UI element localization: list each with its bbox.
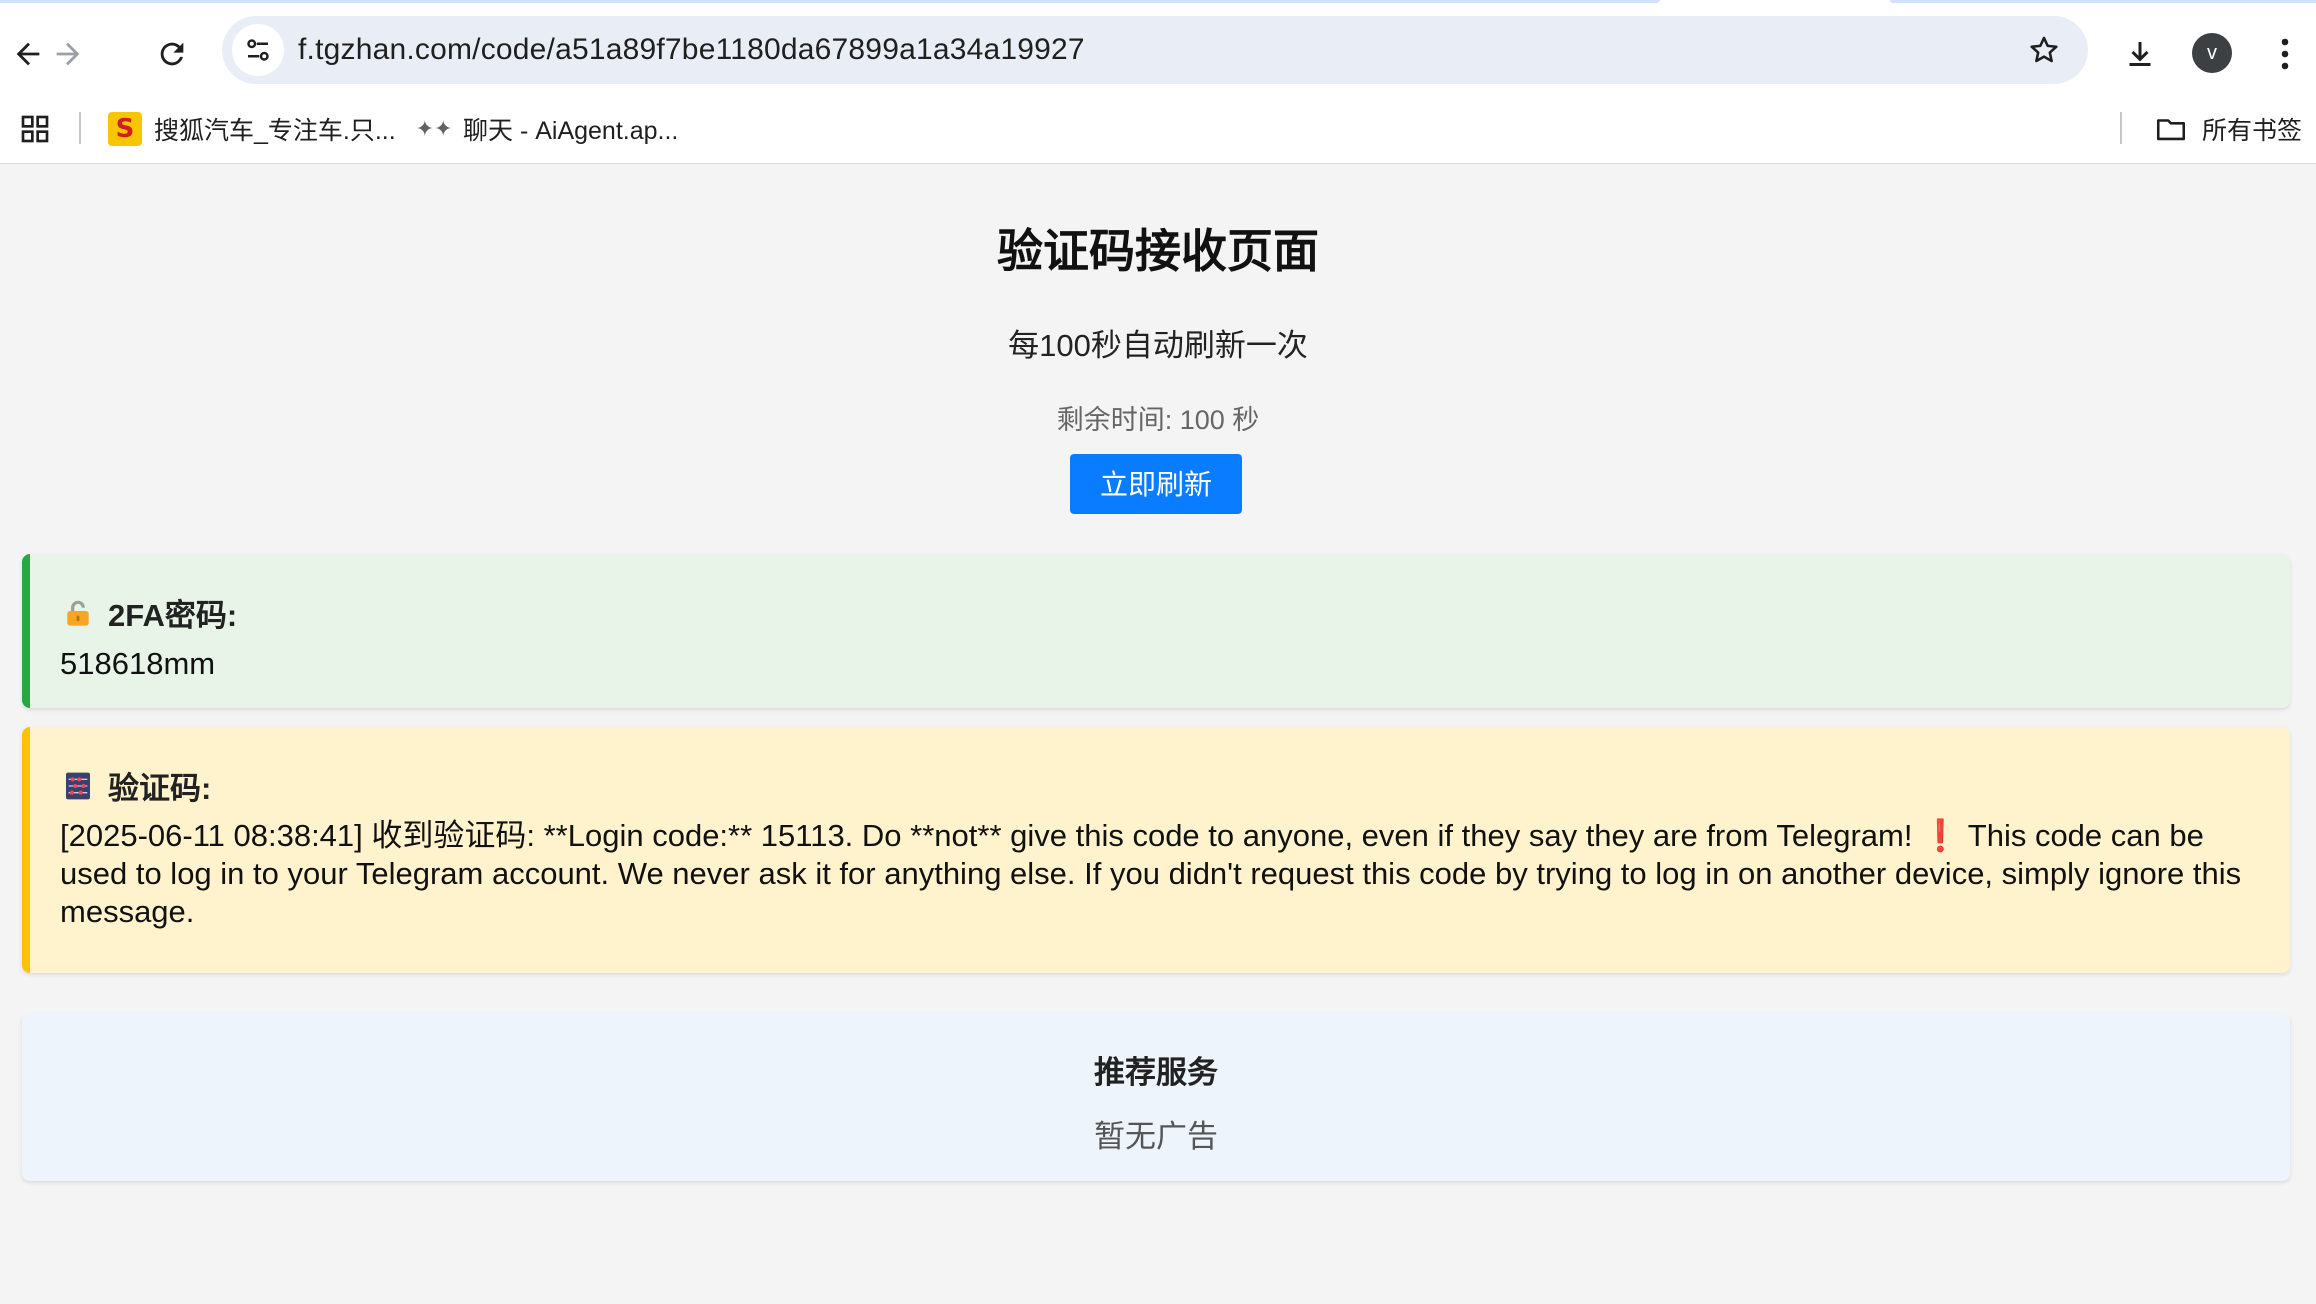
bookmark-item-aiagent[interactable]: ✦✦ 聊天 - AiAgent.ap... — [415, 104, 679, 154]
all-bookmarks-label: 所有书签 — [2202, 117, 2303, 145]
forward-button[interactable] — [40, 26, 96, 82]
tab-strip-edge — [1890, 0, 2316, 3]
aiagent-icon: ✦✦ — [415, 116, 453, 141]
auto-refresh-note: 每100秒自动刷新一次 — [1008, 328, 1308, 363]
exclamation-icon: ❗ — [1921, 818, 1960, 853]
site-info-button[interactable] — [232, 24, 284, 76]
browser-menu-button[interactable] — [2260, 26, 2310, 82]
recommended-services-title: 推荐服务 — [1094, 1055, 1218, 1090]
address-bar[interactable]: f.tgzhan.com/code/a51a89f7be1180da67899a… — [222, 16, 2088, 84]
bookmark-label: 聊天 - AiAgent.ap... — [463, 117, 679, 145]
twofa-heading: 2FA密码: — [60, 590, 237, 635]
refresh-now-button[interactable]: 立即刷新 — [1070, 454, 1242, 514]
browser-toolbar: f.tgzhan.com/code/a51a89f7be1180da67899a… — [0, 6, 2316, 94]
bookmarks-separator — [79, 112, 81, 144]
recommended-services-card: 推荐服务 暂无广告 — [22, 1013, 2290, 1181]
profile-avatar[interactable]: v — [2192, 33, 2232, 73]
twofa-password-value: 518618mm — [60, 646, 216, 681]
twofa-card: 2FA密码: 518618mm — [22, 554, 2290, 708]
page-title: 验证码接收页面 — [997, 225, 1319, 277]
reload-icon — [160, 42, 184, 66]
download-icon — [2129, 42, 2151, 66]
lock-icon — [60, 595, 96, 631]
apps-button[interactable] — [14, 108, 56, 150]
bookmark-label: 搜狐汽车_专注车.只... — [154, 117, 396, 145]
abacus-icon — [60, 768, 96, 804]
url-text[interactable]: f.tgzhan.com/code/a51a89f7be1180da67899a… — [298, 16, 1085, 84]
downloads-button[interactable] — [2112, 26, 2168, 82]
arrow-right-icon — [56, 42, 80, 66]
star-icon — [2030, 36, 2058, 63]
bookmark-item-sohu[interactable]: S 搜狐汽车_专注车.只... — [108, 104, 396, 154]
verification-code-message: [2025-06-11 08:38:41] 收到验证码: **Login cod… — [60, 817, 2244, 931]
bookmark-star-button[interactable] — [2022, 28, 2066, 72]
page-content: 验证码接收页面 每100秒自动刷新一次 剩余时间: 100 秒 立即刷新 2FA… — [0, 165, 2316, 1304]
tune-icon — [247, 39, 269, 61]
verification-code-label: 验证码: — [108, 771, 212, 806]
twofa-label: 2FA密码: — [108, 598, 238, 633]
all-bookmarks-button[interactable]: 所有书签 — [2154, 104, 2302, 154]
reload-button[interactable] — [144, 26, 200, 82]
folder-icon — [2156, 119, 2186, 141]
sohu-icon: S — [108, 112, 142, 146]
kebab-menu-icon — [2281, 38, 2289, 70]
apps-grid-icon — [21, 115, 49, 143]
bookmarks-bar: S 搜狐汽车_专注车.只... ✦✦ 聊天 - AiAgent.ap... 所有… — [0, 94, 2316, 164]
bookmarks-separator — [2120, 112, 2122, 144]
countdown-timer: 剩余时间: 100 秒 — [1056, 405, 1260, 435]
message-text-part1: [2025-06-11 08:38:41] 收到验证码: **Login cod… — [60, 818, 1922, 853]
verification-code-heading: 验证码: — [60, 763, 211, 808]
no-ads-text: 暂无广告 — [1094, 1119, 1218, 1154]
tab-strip-edge — [0, 0, 1660, 3]
verification-code-card: 验证码: [2025-06-11 08:38:41] 收到验证码: **Logi… — [22, 727, 2290, 973]
